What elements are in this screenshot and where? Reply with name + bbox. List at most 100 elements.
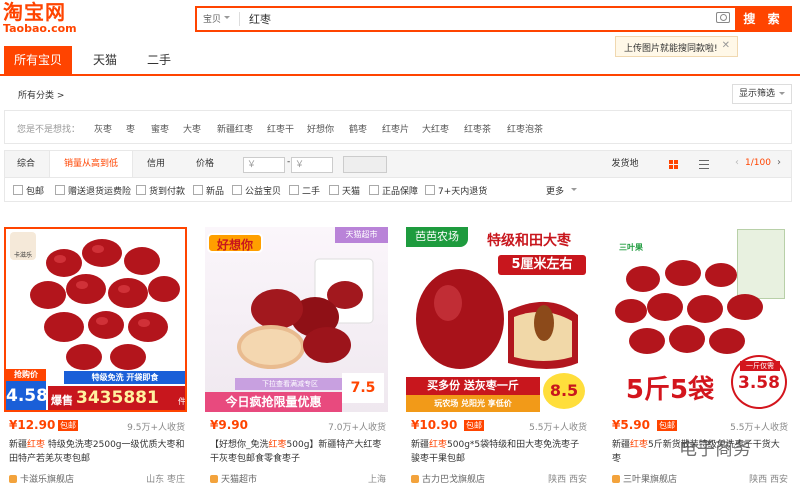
option-checkbox[interactable]: 天猫	[329, 184, 360, 197]
search-type-dropdown[interactable]: 宝贝	[203, 12, 231, 25]
title-keyword: 红枣	[27, 440, 46, 450]
show-filter-button[interactable]: 显示筛选	[732, 84, 792, 104]
breadcrumb[interactable]: 所有分类 >	[18, 88, 64, 101]
search-button[interactable]: 搜 索	[735, 6, 792, 32]
search-input[interactable]	[249, 10, 709, 28]
suggestion-box: 您是不是想找： 灰枣 枣 蜜枣 大枣 新疆红枣 红枣干 好想你 鹤枣 红枣片 大…	[4, 110, 792, 144]
product-image[interactable]: 三叶果 5斤5袋 一斤仅需 3.58	[607, 227, 790, 412]
promo-sales-count: 3435881	[76, 388, 159, 408]
option-checkbox[interactable]: 赠送退货运费险	[55, 184, 131, 197]
brand-logo: 好想你	[207, 233, 263, 253]
product-card[interactable]: 芭芭农场 特级和田大枣 5厘米左右 买多份 送灰枣一斤 玩农场 兑阳光 享低价 …	[406, 227, 589, 487]
grid-view-icon[interactable]	[669, 160, 678, 169]
ship-from-dropdown[interactable]: 发货地	[603, 151, 647, 177]
search-divider	[239, 12, 240, 26]
product-title[interactable]: 新疆红枣500g*5袋特级和田大枣免洗枣子骏枣干果包邮	[411, 438, 587, 466]
suggestion-item[interactable]: 大红枣	[422, 122, 449, 135]
shop-link[interactable]: 卡滋乐旗舰店	[9, 472, 74, 485]
next-page-icon[interactable]: ›	[777, 157, 781, 168]
suggestion-item[interactable]: 红枣干	[267, 122, 294, 135]
product-title[interactable]: 新疆红枣 特级免洗枣2500g一级优质大枣和田特产若羌灰枣包邮	[9, 438, 185, 466]
product-image[interactable]: 卡滋乐 抢购价 4.58 特级免洗 开袋即食 爆售 3435881 件	[4, 227, 187, 412]
prev-page-icon[interactable]: ‹	[735, 157, 739, 168]
suggestion-item[interactable]: 大枣	[183, 122, 201, 135]
sold-count: 9.5万+人收货	[127, 423, 185, 433]
promo-sales: 爆售 3435881 件	[48, 386, 186, 410]
shop-link[interactable]: 古力巴戈旗舰店	[411, 472, 485, 485]
list-view-icon[interactable]	[699, 160, 709, 169]
suggestion-item[interactable]: 鹤枣	[349, 122, 367, 135]
option-checkbox[interactable]: 公益宝贝	[232, 184, 281, 197]
suggestion-item[interactable]: 好想你	[307, 122, 334, 135]
title-text: 新疆	[612, 440, 631, 450]
tab-tmall[interactable]: 天猫	[80, 46, 130, 74]
promo-price: 7.5	[342, 373, 384, 403]
taobao-logo[interactable]: 淘宝网 Taobao.com	[3, 1, 93, 39]
option-checkbox[interactable]: 货到付款	[136, 184, 185, 197]
product-card[interactable]: 三叶果 5斤5袋 一斤仅需 3.58 ¥5.90 包邮 5.5万+人收货 新疆红…	[607, 227, 790, 487]
promo-slogan: 特级免洗 开袋即食	[64, 371, 185, 384]
sort-sales[interactable]: 销量从高到低	[49, 151, 133, 177]
suggestion-item[interactable]: 新疆红枣	[217, 122, 253, 135]
promo-headline: 5斤5袋	[625, 375, 715, 405]
watermark: 电子商务	[679, 439, 751, 460]
price-max-input[interactable]: ￥	[291, 157, 333, 173]
product-image[interactable]: 芭芭农场 特级和田大枣 5厘米左右 买多份 送灰枣一斤 玩农场 兑阳光 享低价 …	[406, 227, 589, 412]
product-price: ¥10.90	[411, 418, 458, 432]
shop-link[interactable]: 天猫超市	[210, 472, 257, 485]
price-range-chart-icon[interactable]	[343, 156, 387, 173]
title-text: 新疆	[9, 440, 28, 450]
sort-credit[interactable]: 信用	[135, 151, 177, 177]
suggestion-item[interactable]: 枣	[126, 122, 135, 135]
location: 上海	[367, 475, 386, 485]
option-checkbox[interactable]: 二手	[289, 184, 320, 197]
title-text: 新疆	[411, 440, 430, 450]
product-price: ¥5.90	[612, 418, 650, 432]
suggestion-item[interactable]: 灰枣	[94, 122, 112, 135]
price-min-input[interactable]: ￥	[243, 157, 285, 173]
location: 陕西 西安	[749, 475, 788, 485]
product-title[interactable]: 【好想你_免洗红枣500g】新疆特产大红枣干灰枣包邮食零食枣子	[210, 438, 386, 466]
title-keyword: 红枣	[268, 440, 287, 450]
tmall-supermarket-tag: 天猫超市	[335, 227, 388, 243]
product-price: ¥12.90	[9, 418, 56, 432]
promo-banner: 下拉查看满减专区	[235, 378, 345, 390]
sort-price[interactable]: 价格	[185, 151, 225, 177]
page-indicator: 1/100	[745, 158, 771, 168]
free-shipping-badge: 包邮	[657, 420, 677, 431]
option-checkbox[interactable]: 7+天内退货	[425, 184, 487, 197]
tab-all[interactable]: 所有宝贝	[4, 46, 72, 74]
promo-price: 8.5	[543, 373, 585, 409]
suggestion-item[interactable]: 红枣片	[382, 122, 409, 135]
product-image[interactable]: 好想你 天猫超市 下拉查看满减专区 7.5 今日疯抢限量优惠	[205, 227, 388, 412]
logo-domain: Taobao.com	[3, 22, 77, 35]
free-shipping-badge: 包邮	[464, 420, 484, 431]
sold-count: 5.5万+人收货	[730, 423, 788, 433]
sold-count: 7.0万+人收货	[328, 423, 386, 433]
product-card[interactable]: 卡滋乐 抢购价 4.58 特级免洗 开袋即食 爆售 3435881 件 ¥12.…	[4, 227, 187, 487]
promo-sales-unit: 件	[178, 397, 186, 406]
option-checkbox[interactable]: 包邮	[13, 184, 44, 197]
suggestion-item[interactable]: 蜜枣	[151, 122, 169, 135]
camera-icon[interactable]	[716, 12, 730, 23]
promo-farm: 玩农场 兑阳光 享低价	[406, 395, 540, 412]
product-card[interactable]: 好想你 天猫超市 下拉查看满减专区 7.5 今日疯抢限量优惠 ¥9.90 7.0…	[205, 227, 388, 487]
suggestion-item[interactable]: 红枣茶	[464, 122, 491, 135]
jujube-image	[237, 258, 374, 369]
tab-secondhand[interactable]: 二手	[136, 46, 182, 74]
option-checkbox[interactable]: 新品	[193, 184, 224, 197]
jujube-image	[615, 260, 763, 354]
logo-text: 淘宝网	[3, 0, 66, 24]
sort-default[interactable]: 综合	[5, 151, 47, 177]
search-bar: 宝贝 搜 索	[195, 6, 792, 32]
product-price: ¥9.90	[210, 418, 248, 432]
free-shipping-badge: 包邮	[58, 420, 78, 431]
suggestion-item[interactable]: 红枣泡茶	[507, 122, 543, 135]
sort-bar: 综合 销量从高到低 信用 价格 ￥ - ￥ 发货地 ‹ 1/100 ›	[4, 150, 792, 178]
more-options[interactable]: 更多	[546, 184, 564, 197]
sold-count: 5.5万+人收货	[529, 423, 587, 433]
title-keyword: 红枣	[630, 440, 649, 450]
promo-price-label: 一斤仅需	[740, 361, 780, 371]
shop-link[interactable]: 三叶果旗舰店	[612, 472, 677, 485]
option-checkbox[interactable]: 正品保障	[369, 184, 418, 197]
